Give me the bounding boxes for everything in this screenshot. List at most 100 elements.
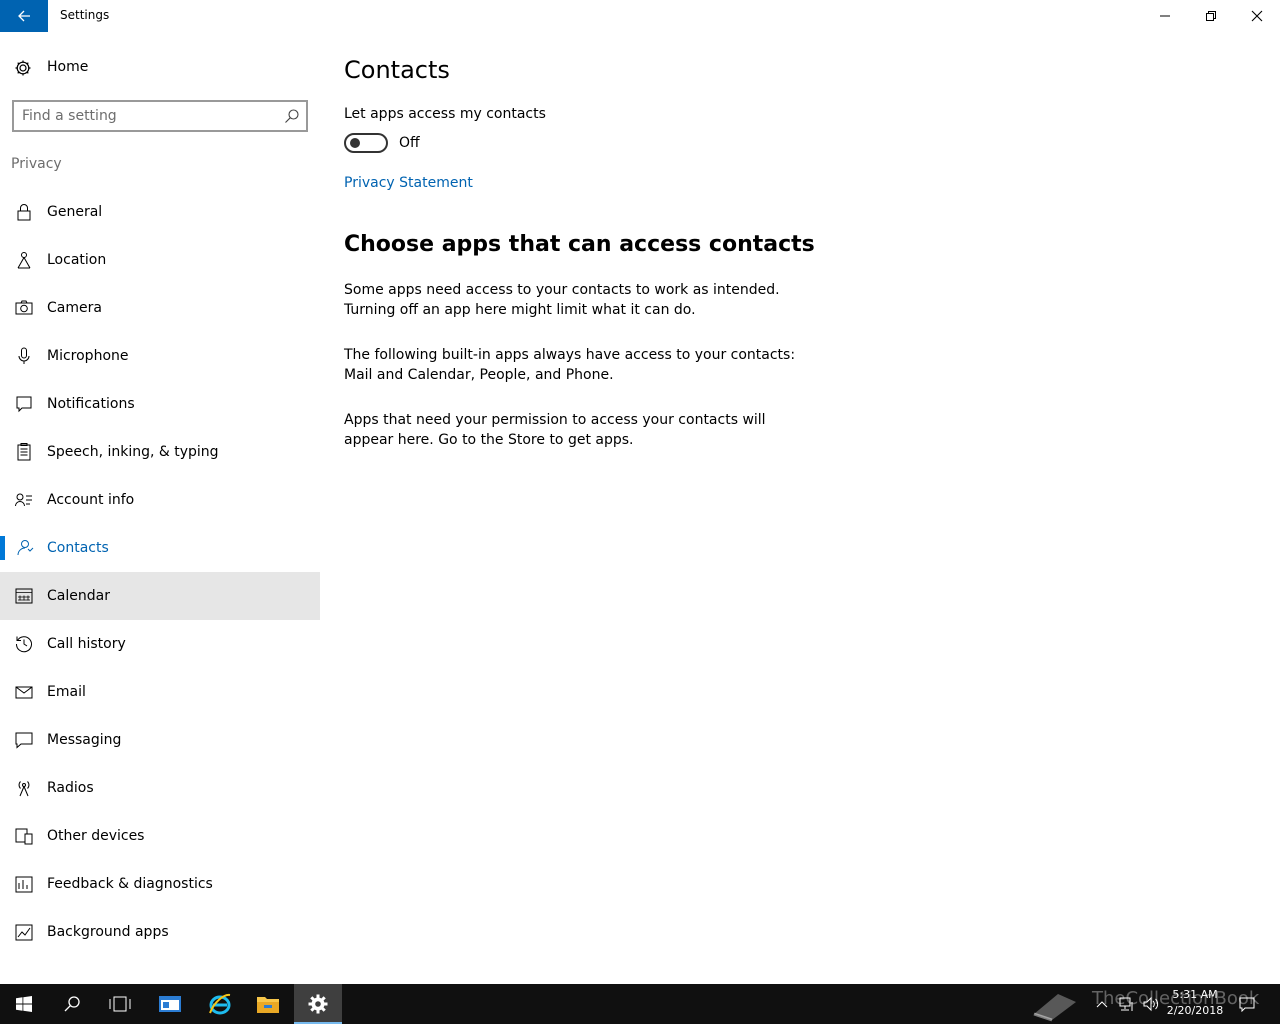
sidebar-item-microphone[interactable]: Microphone (0, 332, 320, 380)
sidebar-item-calendar[interactable]: Calendar (0, 572, 320, 620)
sidebar-item-general[interactable]: General (0, 188, 320, 236)
book-logo-icon (1033, 994, 1076, 1022)
action-center-button[interactable] (1236, 984, 1258, 1024)
microphone-icon (18, 347, 30, 364)
toggle-state-label: Off (399, 135, 420, 151)
toggle-knob (350, 138, 360, 148)
sidebar-item-label: Radios (47, 780, 94, 796)
taskbar-app-window[interactable] (146, 984, 194, 1024)
location-icon (17, 252, 31, 269)
sidebar-item-label: Other devices (47, 828, 145, 844)
folder-icon (257, 997, 279, 1013)
sidebar-item-home[interactable]: Home (0, 46, 320, 90)
page-title: Contacts (344, 56, 450, 84)
contacts-icon (17, 540, 34, 556)
contacts-access-label: Let apps access my contacts (344, 106, 546, 122)
store-apps-paragraph: Apps that need your permission to access… (344, 412, 766, 448)
taskbar-search-button[interactable] (48, 984, 96, 1024)
task-view-button[interactable] (96, 984, 144, 1024)
email-icon (15, 686, 33, 699)
back-arrow-icon (18, 10, 30, 22)
section-label-privacy: Privacy (11, 156, 62, 172)
sidebar-nav: General Location Camera Microphone Notif… (0, 188, 320, 956)
network-button[interactable] (1116, 984, 1138, 1024)
built-in-apps-paragraph: The following built-in apps always have … (344, 347, 796, 383)
window-title: Settings (60, 8, 110, 22)
sidebar-item-label: Camera (47, 300, 102, 316)
action-center-icon (1239, 997, 1255, 1012)
section-heading: Choose apps that can access contacts (344, 232, 815, 257)
taskbar: TheCollectionBook 5:31 AM 2/20/2018 (0, 984, 1280, 1024)
radios-icon (18, 781, 30, 797)
description-paragraph: Some apps need access to your contacts t… (344, 282, 780, 318)
taskbar-settings[interactable] (294, 984, 342, 1024)
network-icon (1119, 997, 1133, 1011)
chevron-up-icon (1096, 1001, 1108, 1008)
sidebar-item-messaging[interactable]: Messaging (0, 716, 320, 764)
taskbar-clock[interactable]: 5:31 AM 2/20/2018 (1160, 987, 1230, 1019)
sidebar-item-label: Contacts (47, 540, 109, 556)
sidebar: Home Privacy General Location Camera Mic… (0, 32, 320, 984)
taskbar-internet-explorer[interactable] (196, 984, 244, 1024)
notifications-icon (16, 396, 32, 413)
call-history-icon (15, 636, 32, 653)
sidebar-item-account-info[interactable]: Account info (0, 476, 320, 524)
sidebar-item-radios[interactable]: Radios (0, 764, 320, 812)
taskbar-file-explorer[interactable] (244, 984, 292, 1024)
sidebar-item-label: Feedback & diagnostics (47, 876, 213, 892)
volume-icon (1143, 996, 1159, 1012)
task-view-icon (109, 996, 131, 1012)
search-box[interactable] (12, 100, 308, 132)
home-label: Home (47, 59, 89, 75)
sidebar-item-label: Email (47, 684, 86, 700)
clock-time: 5:31 AM (1172, 988, 1218, 1001)
other-devices-icon (15, 828, 33, 845)
contacts-access-toggle[interactable] (344, 133, 388, 153)
gear-icon (308, 994, 328, 1014)
search-input[interactable] (22, 106, 272, 126)
gear-icon (15, 60, 31, 76)
sidebar-item-label: Notifications (47, 396, 135, 412)
speech-icon (17, 443, 31, 461)
sidebar-item-feedback[interactable]: Feedback & diagnostics (0, 860, 320, 908)
minimize-button[interactable] (1142, 0, 1188, 32)
internet-explorer-icon (209, 993, 231, 1015)
restore-button[interactable] (1188, 0, 1234, 32)
sidebar-item-contacts[interactable]: Contacts (0, 524, 320, 572)
sidebar-item-call-history[interactable]: Call history (0, 620, 320, 668)
sidebar-item-label: Calendar (47, 588, 110, 604)
sidebar-item-label: Speech, inking, & typing (47, 444, 219, 460)
close-icon (1251, 10, 1263, 22)
sidebar-item-speech[interactable]: Speech, inking, & typing (0, 428, 320, 476)
sidebar-item-location[interactable]: Location (0, 236, 320, 284)
sidebar-item-label: General (47, 204, 103, 220)
restore-icon (1206, 11, 1216, 21)
sidebar-item-email[interactable]: Email (0, 668, 320, 716)
messaging-icon (15, 732, 33, 749)
app-window-icon (159, 996, 181, 1012)
privacy-statement-link[interactable]: Privacy Statement (344, 175, 473, 191)
sidebar-item-label: Messaging (47, 732, 122, 748)
sidebar-item-background-apps[interactable]: Background apps (0, 908, 320, 956)
back-button[interactable] (0, 0, 48, 32)
sidebar-item-label: Account info (47, 492, 135, 508)
minimize-icon (1160, 15, 1170, 17)
title-bar: Settings (0, 0, 1280, 32)
lock-icon (17, 204, 31, 221)
search-icon (64, 996, 80, 1012)
background-apps-icon (15, 924, 33, 941)
close-button[interactable] (1234, 0, 1280, 32)
sidebar-item-camera[interactable]: Camera (0, 284, 320, 332)
show-hidden-icons-button[interactable] (1094, 984, 1110, 1024)
volume-button[interactable] (1140, 984, 1162, 1024)
windows-logo-icon (16, 996, 32, 1012)
sidebar-item-notifications[interactable]: Notifications (0, 380, 320, 428)
calendar-icon (15, 588, 33, 604)
sidebar-item-label: Location (47, 252, 107, 268)
feedback-icon (15, 876, 33, 893)
clock-date: 2/20/2018 (1166, 1004, 1224, 1017)
sidebar-item-label: Microphone (47, 348, 129, 364)
search-icon[interactable] (284, 108, 300, 124)
sidebar-item-other-devices[interactable]: Other devices (0, 812, 320, 860)
start-button[interactable] (0, 984, 48, 1024)
